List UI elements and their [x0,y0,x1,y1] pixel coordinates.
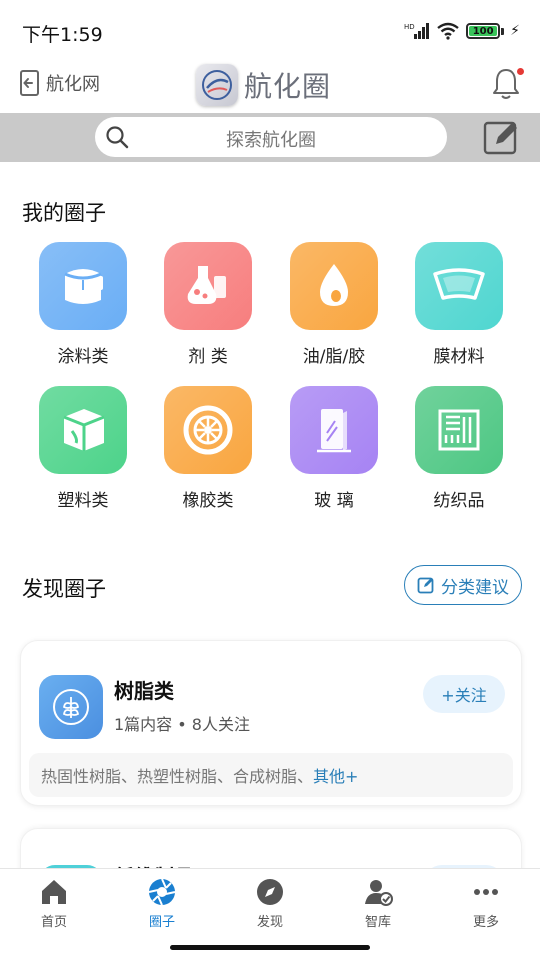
follow-button[interactable]: +关注 [423,675,505,713]
signal-icon: HD [404,23,430,39]
edit-square-icon [417,577,434,594]
nav-item-1[interactable]: 圈子 [122,877,202,930]
flask-icon [164,242,252,330]
windshield-icon [415,242,503,330]
paint-bucket-icon [39,242,127,330]
circle-item[interactable]: 油/脂/胶 [274,242,394,372]
status-bar: 下午1:59 HD 100 ⚡ [0,0,540,64]
compass-icon [255,877,285,907]
discover-circles-title: 发现圈子 [22,577,106,601]
brand: 航化圈 [196,64,331,106]
nav-item-label: 智库 [364,915,391,930]
circle-item[interactable]: 纺织品 [399,386,519,516]
nav-item-label: 发现 [256,915,283,930]
category-suggestion-button[interactable]: 分类建议 [404,565,522,605]
back-link-label: 航化网 [46,74,100,95]
circle-item[interactable]: 剂 类 [148,242,268,372]
circle-item[interactable]: 膜材料 [399,242,519,372]
circle-item[interactable]: 塑料类 [23,386,143,516]
circle-item-label: 纺织品 [433,491,485,511]
back-to-hanghuawang-link[interactable]: 航化网 [20,70,100,96]
circle-item-label: 剂 类 [188,347,228,367]
logo-emblem-icon [202,70,232,100]
notifications-button[interactable] [490,66,524,102]
category-suggestion-label: 分类建议 [441,577,509,598]
nav-item-label: 首页 [40,915,67,930]
expert-icon [363,877,393,907]
circle-item-label: 玻 璃 [314,491,354,511]
notification-dot [517,68,524,75]
circle-item[interactable]: 橡胶类 [148,386,268,516]
circle-item[interactable]: 涂料类 [23,242,143,372]
brand-title: 航化圈 [244,70,332,103]
status-icons: HD 100 ⚡ [404,22,520,40]
search-placeholder: 探索航化圈 [226,130,316,151]
tire-icon [164,386,252,474]
nav-item-label: 圈子 [148,915,175,930]
nav-item-2[interactable]: 发现 [230,877,310,930]
circle-card-tags: 热固性树脂、热塑性树脂、合成树脂、 其他+ [29,753,513,797]
circle-item-label: 油/脂/胶 [302,347,366,367]
leaf-icon [39,675,103,739]
status-time: 下午1:59 [22,24,103,46]
glass-pane-icon [290,386,378,474]
home-indicator[interactable] [170,945,370,950]
more-tags-link[interactable]: 其他+ [313,763,358,787]
battery-level: 100 [472,25,494,37]
home-icon [39,877,69,907]
more-icon [471,877,501,907]
charging-icon: ⚡ [510,23,520,39]
search-input[interactable]: 探索航化圈 [95,117,447,157]
circle-item-label: 膜材料 [433,347,485,367]
circle-item-label: 涂料类 [57,347,109,367]
aperture-icon [147,877,177,907]
oil-drop-icon [290,242,378,330]
brand-logo [196,64,238,106]
circle-card[interactable]: 树脂类 1篇内容 • 8人关注 +关注 热固性树脂、热塑性树脂、合成树脂、 其他… [20,640,522,806]
cube-icon [39,386,127,474]
nav-item-4[interactable]: 更多 [446,877,526,930]
my-circles-title: 我的圈子 [22,201,106,225]
edit-post-button[interactable] [482,118,520,156]
nav-item-3[interactable]: 智库 [338,877,418,930]
circle-item[interactable]: 玻 璃 [274,386,394,516]
fabric-icon [415,386,503,474]
nav-item-label: 更多 [472,915,499,930]
svg-text:HD: HD [404,23,415,31]
search-band: 探索航化圈 [0,113,540,162]
circle-card-title: 树脂类 [114,679,174,703]
back-arrow-icon [20,70,39,96]
circle-item-label: 塑料类 [57,491,109,511]
nav-item-0[interactable]: 首页 [14,877,94,930]
circle-card-meta: 1篇内容 • 8人关注 [114,715,250,734]
battery-icon: 100 [466,23,501,39]
circle-card-tag-list: 热固性树脂、热塑性树脂、合成树脂、 [41,767,314,786]
circle-item-label: 橡胶类 [182,491,234,511]
wifi-icon [437,22,459,40]
header: 航化网 航化圈 [0,64,540,112]
